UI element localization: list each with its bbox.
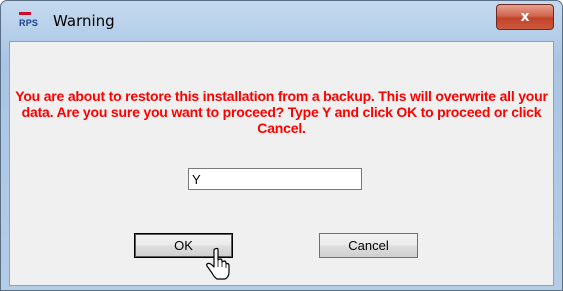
app-icon-label: RPS [19, 18, 39, 28]
close-button[interactable]: x [496, 4, 554, 30]
close-icon: x [520, 9, 530, 25]
warning-message-text: You are about to restore this installati… [15, 88, 548, 136]
rps-app-icon: RPS [19, 12, 45, 30]
dialog-body: You are about to restore this installati… [9, 41, 554, 286]
mouse-pointer-icon [206, 247, 230, 280]
cancel-button[interactable]: Cancel [319, 233, 418, 258]
brand-bar [19, 12, 31, 15]
title-bar[interactable]: RPS Warning x [1, 1, 562, 39]
confirmation-input[interactable] [188, 168, 362, 190]
warning-dialog-window: RPS Warning x You are about to restore t… [0, 0, 563, 291]
window-title: Warning [53, 12, 115, 30]
warning-message: You are about to restore this installati… [10, 88, 553, 136]
